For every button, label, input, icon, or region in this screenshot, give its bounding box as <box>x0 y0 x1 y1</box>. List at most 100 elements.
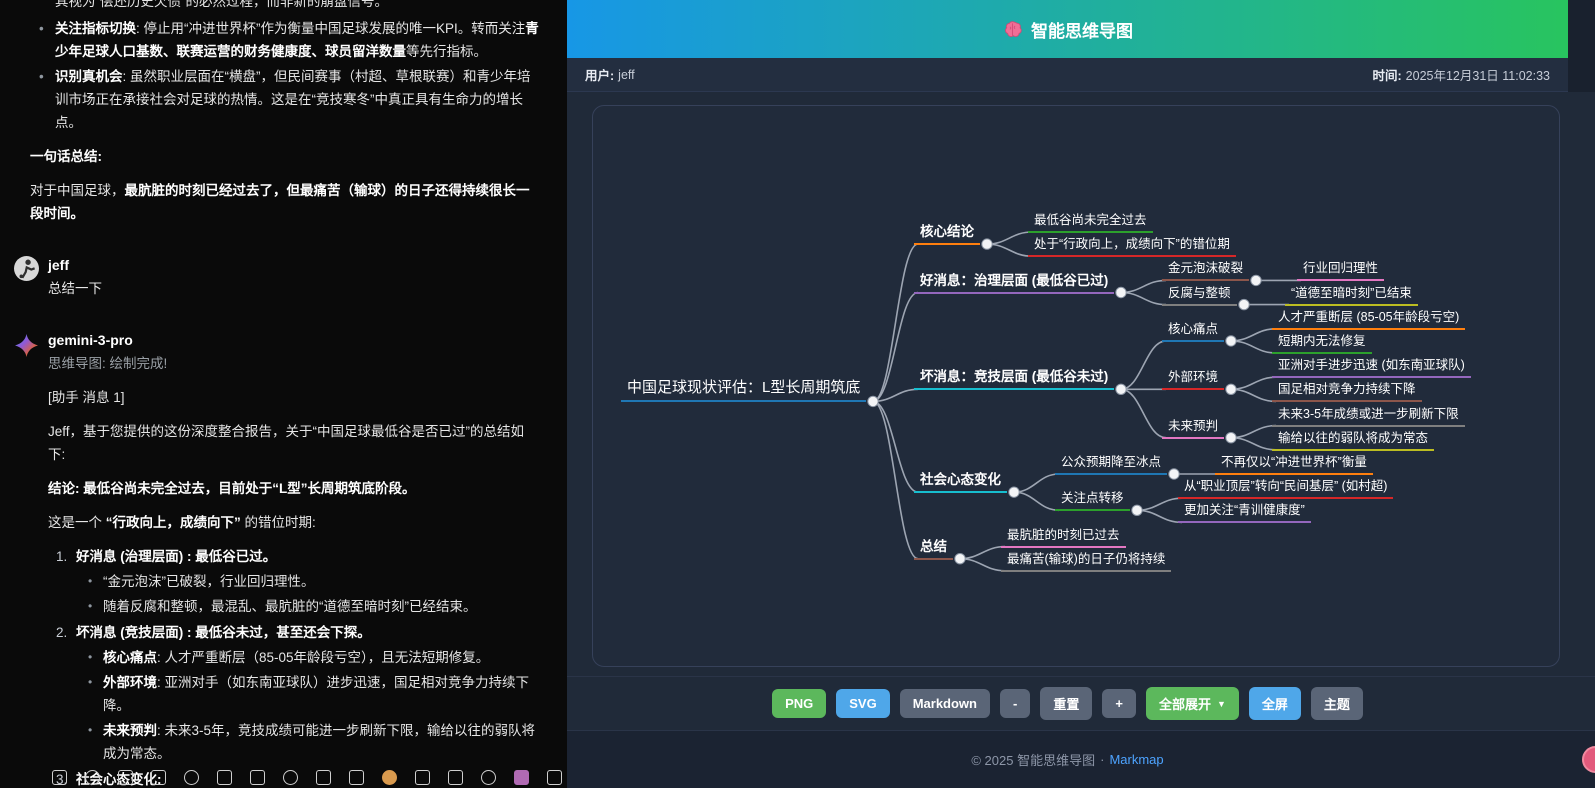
list-item: 识别真机会: 虽然职业层面在“横盘”，但民间赛事（村超、草根联赛）和青少年培训市… <box>55 65 541 134</box>
node-toggle-circle[interactable] <box>1116 384 1126 394</box>
pencil-icon[interactable] <box>52 770 67 785</box>
app-logo-icon[interactable] <box>514 770 529 785</box>
user-value: jeff <box>618 68 634 82</box>
mindmap-node[interactable]: 社会心态变化 <box>914 471 1007 493</box>
chat-scroll-area[interactable]: 其视为“偿还历史欠债”的必然过程，而非新的崩盘信号。关注指标切换: 停止用“冲进… <box>0 0 567 788</box>
mindmap-node[interactable]: 中国足球现状评估：L型长周期筑底 <box>621 378 866 402</box>
node-toggle-circle[interactable] <box>1009 487 1019 497</box>
app-header: 智能思维导图 <box>567 0 1568 58</box>
mindmap-node[interactable]: 亚洲对手进步迅速 (如东南亚球队) <box>1272 357 1471 378</box>
mindmap-node[interactable]: 最肮脏的时刻已过去 <box>1001 527 1126 548</box>
mindmap-node[interactable]: 核心痛点 <box>1162 321 1224 342</box>
mindmap-node[interactable]: 人才严重断层 (85-05年龄段亏空) <box>1272 309 1465 330</box>
mindmap-node[interactable]: 未来预判 <box>1162 418 1224 439</box>
export-markdown-button[interactable]: Markdown <box>900 689 990 718</box>
mindmap-container[interactable]: 中国足球现状评估：L型长周期筑底 核心结论 最低谷尚未完全过去处于“行政向上，成绩向… <box>592 105 1560 667</box>
home-icon[interactable] <box>349 770 364 785</box>
mindmap-canvas[interactable]: 中国足球现状评估：L型长周期筑底 核心结论 最低谷尚未完全过去处于“行政向上，成绩向… <box>593 106 1559 666</box>
mindmap-node[interactable]: 关注点转移 <box>1055 490 1130 511</box>
mindmap-node[interactable]: 金元泡沫破裂 <box>1162 260 1249 281</box>
list-item: 随着反腐和整顿，最混乱、最肮脏的“道德至暗时刻”已经结束。 <box>103 595 541 618</box>
brain-icon <box>1002 19 1023 40</box>
help-icon[interactable] <box>283 770 298 785</box>
refresh-icon[interactable] <box>316 770 331 785</box>
clock-icon[interactable] <box>184 770 199 785</box>
app-footer: © 2025 智能思维导图 · Markmap <box>567 730 1595 788</box>
mindmap-node[interactable]: 公众预期降至冰点 <box>1055 454 1167 475</box>
image-icon[interactable] <box>151 770 166 785</box>
node-toggle-circle[interactable] <box>982 239 992 249</box>
document-icon[interactable] <box>448 770 463 785</box>
assistant-message-previous: 其视为“偿还历史欠债”的必然过程，而非新的崩盘信号。关注指标切换: 停止用“冲进… <box>30 0 541 225</box>
node-toggle-circle[interactable] <box>1132 505 1142 515</box>
user-avatar[interactable] <box>14 256 39 281</box>
mindmap-node[interactable]: 未来3-5年成绩或进一步刷新下限 <box>1272 406 1465 427</box>
node-toggle-circle[interactable] <box>1251 275 1261 285</box>
fullscreen-button[interactable]: 全屏 <box>1249 687 1301 720</box>
pin-icon[interactable] <box>217 770 232 785</box>
chat-panel: 其视为“偿还历史欠债”的必然过程，而非新的崩盘信号。关注指标切换: 停止用“冲进… <box>0 0 567 788</box>
mindmap-node[interactable]: 国足相对竞争力持续下降 <box>1272 381 1422 402</box>
button-label: 重置 <box>1053 694 1079 713</box>
mindmap-toolbar: PNG SVG Markdown - 重置 + 全部展开▼ 全屏 主题 <box>567 676 1595 730</box>
mindmap-node[interactable]: 从“职业顶层”转向“民间基层” (如村超) <box>1178 478 1393 499</box>
zoom-out-button[interactable]: - <box>1000 689 1030 718</box>
reset-button[interactable]: 重置 <box>1040 687 1092 720</box>
node-toggle-circle[interactable] <box>1226 336 1236 346</box>
node-toggle-circle[interactable] <box>955 554 965 564</box>
eraser-icon[interactable] <box>85 770 100 785</box>
node-toggle-circle[interactable] <box>1116 287 1126 297</box>
paragraph: [助手 消息 1] <box>48 386 541 409</box>
numbered-list: 好消息 (治理层面) : 最低谷已过。“金元泡沫”已破裂，行业回归理性。随着反腐… <box>48 545 541 788</box>
folder-icon[interactable] <box>382 770 397 785</box>
export-svg-button[interactable]: SVG <box>836 689 889 718</box>
paragraph: 这是一个 “行政向上，成绩向下” 的错位时期: <box>48 511 541 534</box>
mindmap-node[interactable]: 总结 <box>914 538 953 560</box>
assistant-message-body: [助手 消息 1] Jeff，基于您提供的这份深度整合报告，关于“中国足球最低谷是… <box>48 386 541 788</box>
save-icon[interactable] <box>250 770 265 785</box>
theme-button[interactable]: 主题 <box>1311 687 1363 720</box>
button-label: + <box>1115 696 1123 711</box>
button-label: 主题 <box>1324 694 1350 713</box>
mindmap-node[interactable]: 好消息：治理层面 (最低谷已过) <box>914 272 1114 294</box>
export-png-button[interactable]: PNG <box>772 689 826 718</box>
markmap-link[interactable]: Markmap <box>1109 752 1163 767</box>
node-toggle-circle[interactable] <box>1226 433 1236 443</box>
footer-separator: · <box>1100 752 1104 767</box>
mindmap-node[interactable]: 外部环境 <box>1162 369 1224 390</box>
mindmap-node[interactable]: “道德至暗时刻”已结束 <box>1285 285 1418 306</box>
list-item: 好消息 (治理层面) : 最低谷已过。“金元泡沫”已破裂，行业回归理性。随着反腐… <box>76 545 541 618</box>
list-item: “金元泡沫”已破裂，行业回归理性。 <box>103 570 541 593</box>
button-label: - <box>1013 696 1017 711</box>
user-icon[interactable] <box>415 770 430 785</box>
mindmap-node[interactable]: 更加关注“青训健康度” <box>1178 502 1311 523</box>
mindmap-node[interactable]: 行业回归理性 <box>1297 260 1384 281</box>
paragraph: 其视为“偿还历史欠债”的必然过程，而非新的崩盘信号。 <box>55 0 541 13</box>
mindmap-node[interactable]: 反腐与整顿 <box>1162 285 1237 306</box>
gemini-icon <box>14 333 39 358</box>
plus-icon[interactable] <box>547 770 562 785</box>
mindmap-node[interactable]: 处于“行政向上，成绩向下”的错位期 <box>1028 236 1236 257</box>
sub-bullet-list: 核心痛点: 人才严重断层（85-05年龄段亏空），且无法短期修复。外部环境: 亚… <box>76 646 541 765</box>
mindmap-node[interactable]: 核心结论 <box>914 223 980 245</box>
button-label: PNG <box>785 696 813 711</box>
paragraph: 一句话总结: <box>30 145 541 168</box>
meta-bar: 用户: jeff 时间: 2025年12月31日 11:02:33 <box>567 58 1568 92</box>
grid-icon[interactable] <box>481 770 496 785</box>
mindmap-node[interactable]: 短期内无法修复 <box>1272 333 1372 354</box>
mindmap-node[interactable]: 坏消息：竞技层面 (最低谷未过) <box>914 368 1114 390</box>
node-toggle-circle[interactable] <box>1226 384 1236 394</box>
mindmap-node[interactable]: 输给以往的弱队将成为常态 <box>1272 430 1434 451</box>
speaker-icon[interactable] <box>118 770 133 785</box>
expand-all-button[interactable]: 全部展开▼ <box>1146 687 1239 720</box>
user-message: jeff 总结一下 <box>48 255 541 300</box>
mindmap-node[interactable]: 最痛苦(输球)的日子仍将持续 <box>1001 551 1171 572</box>
paragraph: Jeff，基于您提供的这份深度整合报告，关于“中国足球最低谷是否已过”的总结如下… <box>48 420 541 466</box>
mindmap-node[interactable]: 不再仅以“冲进世界杯”衡量 <box>1215 454 1373 475</box>
node-toggle-circle[interactable] <box>868 396 878 406</box>
node-toggle-circle[interactable] <box>1239 299 1249 309</box>
zoom-in-button[interactable]: + <box>1102 689 1136 718</box>
mindmap-node[interactable]: 最低谷尚未完全过去 <box>1028 212 1153 233</box>
chevron-down-icon: ▼ <box>1217 699 1226 709</box>
scrollbar-gutter[interactable] <box>1568 0 1595 92</box>
